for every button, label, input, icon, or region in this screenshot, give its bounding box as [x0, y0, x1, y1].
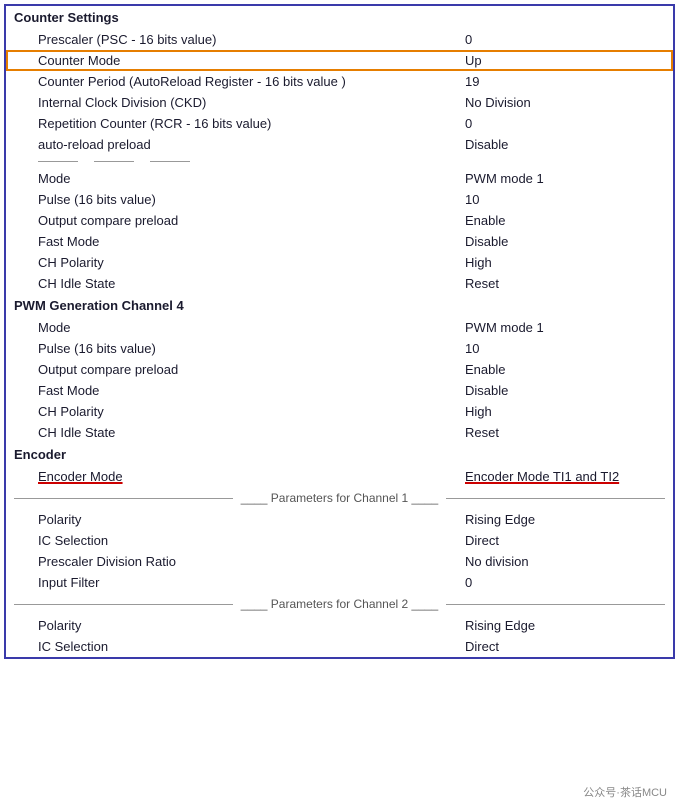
counter-mode-row: Counter Mode Up ⇐ [6, 50, 673, 71]
ic-selection-value-ch1: Direct [465, 533, 665, 548]
fast-mode-label-ch3: Fast Mode [38, 234, 465, 249]
pulse-label-ch3: Pulse (16 bits value) [38, 192, 465, 207]
counter-mode-value: Up [465, 53, 665, 68]
prescaler-div-row-ch1: Prescaler Division Ratio No division [6, 551, 673, 572]
counter-period-label: Counter Period (AutoReload Register - 16… [38, 74, 465, 89]
ch-polarity-value-ch3: High [465, 255, 665, 270]
polarity-label-ch1: Polarity [38, 512, 465, 527]
tab-line-2 [94, 161, 134, 162]
polarity-value-ch2: Rising Edge [465, 618, 665, 633]
tab-line-1 [38, 161, 78, 162]
tab-area [6, 155, 673, 168]
input-filter-label-ch1: Input Filter [38, 575, 465, 590]
mode-row-ch3: Mode PWM mode 1 [6, 168, 673, 189]
mode-label-ch4: Mode [38, 320, 465, 335]
ic-selection-label-ch1: IC Selection [38, 533, 465, 548]
repetition-row: Repetition Counter (RCR - 16 bits value)… [6, 113, 673, 134]
clock-division-row: Internal Clock Division (CKD) No Divisio… [6, 92, 673, 113]
fast-mode-row-ch3: Fast Mode Disable [6, 231, 673, 252]
ch-idle-row-ch4: CH Idle State Reset [6, 422, 673, 443]
ch-polarity-label-ch4: CH Polarity [38, 404, 465, 419]
polarity-label-ch2: Polarity [38, 618, 465, 633]
channel1-line-left [14, 498, 233, 499]
mode-value-ch4: PWM mode 1 [465, 320, 665, 335]
channel1-line-right [446, 498, 665, 499]
ch-idle-label-ch3: CH Idle State [38, 276, 465, 291]
oc-preload-label-ch3: Output compare preload [38, 213, 465, 228]
ch-polarity-label-ch3: CH Polarity [38, 255, 465, 270]
watermark: 公众号·茶话MCU [583, 784, 667, 800]
input-filter-value-ch1: 0 [465, 575, 665, 590]
oc-preload-value-ch3: Enable [465, 213, 665, 228]
pulse-row-ch3: Pulse (16 bits value) 10 [6, 189, 673, 210]
channel2-line-left [14, 604, 233, 605]
ic-selection-label-ch2: IC Selection [38, 639, 465, 654]
ch-idle-value-ch3: Reset [465, 276, 665, 291]
prescaler-label: Prescaler (PSC - 16 bits value) [38, 32, 465, 47]
counter-settings-header: Counter Settings [6, 6, 673, 29]
ch-polarity-value-ch4: High [465, 404, 665, 419]
autoreload-preload-value: Disable [465, 137, 665, 152]
fast-mode-label-ch4: Fast Mode [38, 383, 465, 398]
ch-idle-label-ch4: CH Idle State [38, 425, 465, 440]
ic-selection-value-ch2: Direct [465, 639, 665, 654]
pwm-ch4-header: PWM Generation Channel 4 [6, 294, 673, 317]
ch-polarity-row-ch3: CH Polarity High [6, 252, 673, 273]
oc-preload-value-ch4: Enable [465, 362, 665, 377]
encoder-mode-row: Encoder Mode Encoder Mode TI1 and TI2 [6, 466, 673, 487]
mode-row-ch4: Mode PWM mode 1 [6, 317, 673, 338]
polarity-row-ch1: Polarity Rising Edge [6, 509, 673, 530]
prescaler-value: 0 [465, 32, 665, 47]
clock-division-value: No Division [465, 95, 665, 110]
ic-selection-row-ch1: IC Selection Direct [6, 530, 673, 551]
polarity-value-ch1: Rising Edge [465, 512, 665, 527]
channel2-header-text: ____ Parameters for Channel 2 ____ [233, 597, 446, 611]
channel1-header-text: ____ Parameters for Channel 1 ____ [233, 491, 446, 505]
oc-preload-row-ch4: Output compare preload Enable [6, 359, 673, 380]
fast-mode-value-ch3: Disable [465, 234, 665, 249]
autoreload-preload-label: auto-reload preload [38, 137, 465, 152]
settings-panel: Counter Settings Prescaler (PSC - 16 bit… [4, 4, 675, 659]
counter-mode-label: Counter Mode [38, 53, 465, 68]
ch-idle-row-ch3: CH Idle State Reset [6, 273, 673, 294]
tab-line-3 [150, 161, 190, 162]
encoder-mode-label: Encoder Mode [38, 469, 465, 484]
encoder-header: Encoder [6, 443, 673, 466]
repetition-label: Repetition Counter (RCR - 16 bits value) [38, 116, 465, 131]
pulse-value-ch3: 10 [465, 192, 665, 207]
fast-mode-row-ch4: Fast Mode Disable [6, 380, 673, 401]
oc-preload-row-ch3: Output compare preload Enable [6, 210, 673, 231]
prescaler-div-value-ch1: No division [465, 554, 665, 569]
counter-period-value: 19 [465, 74, 665, 89]
encoder-mode-value: Encoder Mode TI1 and TI2 [465, 469, 665, 484]
ch-polarity-row-ch4: CH Polarity High [6, 401, 673, 422]
ic-selection-row-ch2: IC Selection Direct [6, 636, 673, 657]
channel2-line-right [446, 604, 665, 605]
channel1-header: ____ Parameters for Channel 1 ____ [6, 487, 673, 509]
prescaler-row: Prescaler (PSC - 16 bits value) 0 [6, 29, 673, 50]
fast-mode-value-ch4: Disable [465, 383, 665, 398]
prescaler-div-label-ch1: Prescaler Division Ratio [38, 554, 465, 569]
counter-period-row: Counter Period (AutoReload Register - 16… [6, 71, 673, 92]
clock-division-label: Internal Clock Division (CKD) [38, 95, 465, 110]
input-filter-row-ch1: Input Filter 0 [6, 572, 673, 593]
repetition-value: 0 [465, 116, 665, 131]
channel2-header: ____ Parameters for Channel 2 ____ [6, 593, 673, 615]
pulse-label-ch4: Pulse (16 bits value) [38, 341, 465, 356]
mode-label-ch3: Mode [38, 171, 465, 186]
ch-idle-value-ch4: Reset [465, 425, 665, 440]
polarity-row-ch2: Polarity Rising Edge [6, 615, 673, 636]
autoreload-preload-row: auto-reload preload Disable [6, 134, 673, 155]
mode-value-ch3: PWM mode 1 [465, 171, 665, 186]
pulse-row-ch4: Pulse (16 bits value) 10 [6, 338, 673, 359]
oc-preload-label-ch4: Output compare preload [38, 362, 465, 377]
pulse-value-ch4: 10 [465, 341, 665, 356]
